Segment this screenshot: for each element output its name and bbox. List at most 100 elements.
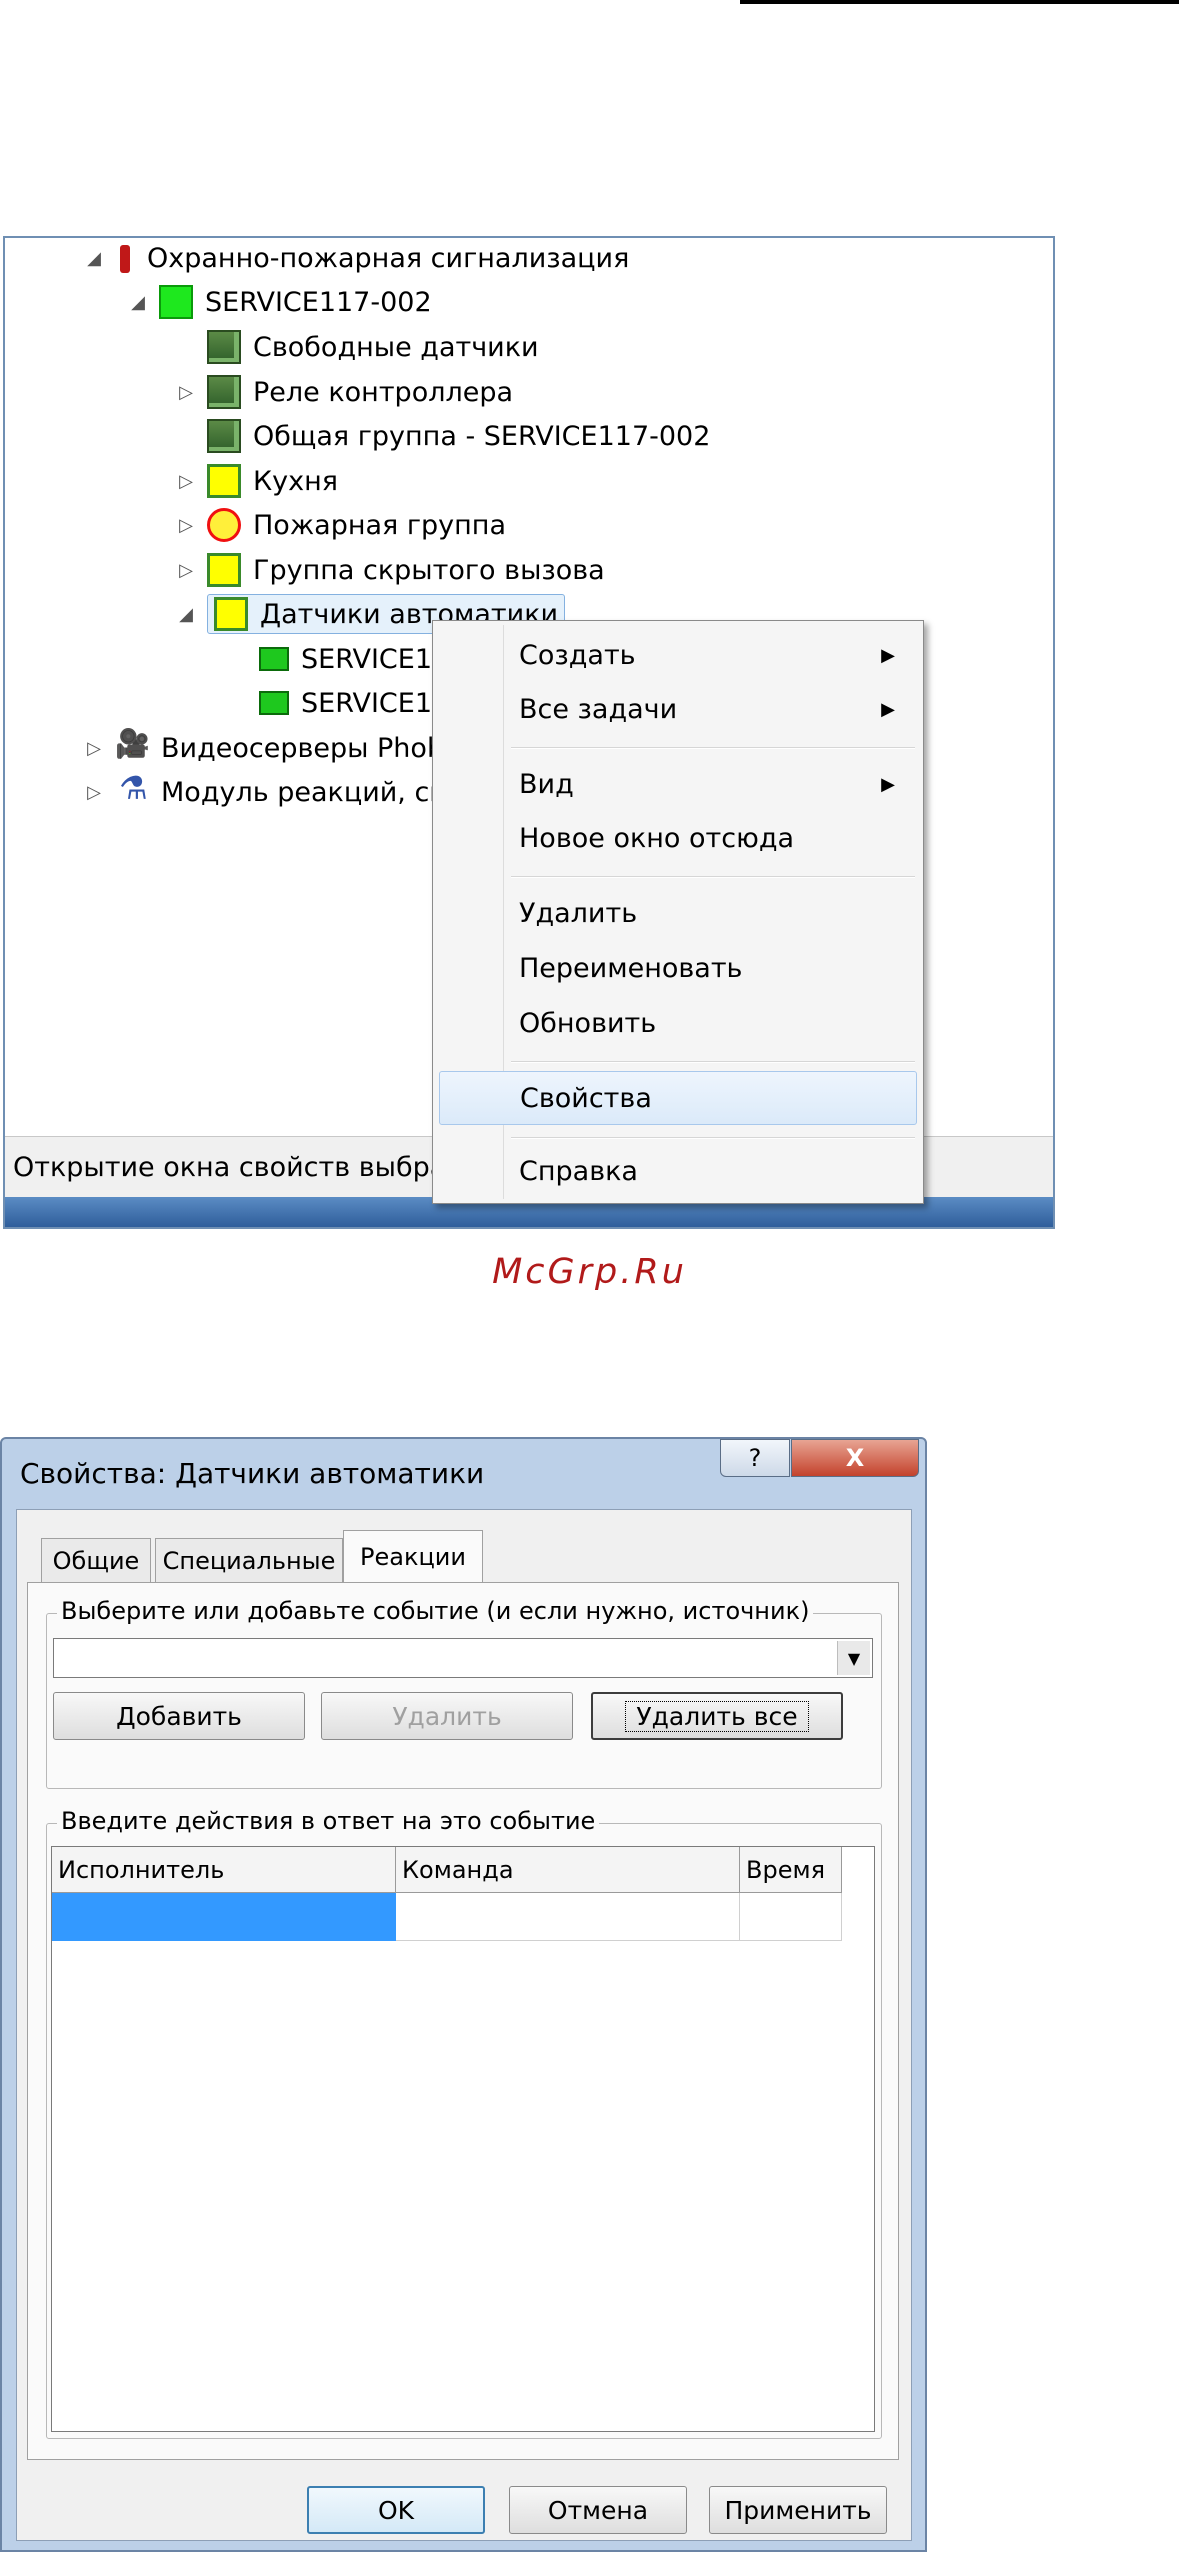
actions-table[interactable]: Исполнитель Команда Время [51, 1846, 875, 2432]
column-header-executor[interactable]: Исполнитель [52, 1847, 396, 1893]
menu-item-label: Вид [519, 768, 574, 800]
tree-node-free-sensors[interactable]: Свободные датчики [175, 327, 539, 367]
ok-button[interactable]: OK [307, 2486, 485, 2534]
dropdown-arrow-icon[interactable]: ▼ [837, 1641, 870, 1675]
delete-all-button[interactable]: Удалить все [591, 1692, 843, 1740]
menu-item-label: Удалить [519, 897, 638, 929]
expand-toggle-icon[interactable]: ▷ [175, 560, 197, 581]
menu-item-properties[interactable]: Свойства [439, 1071, 917, 1125]
tree-node-label: SERVICE11 [301, 643, 450, 675]
tree-node-controller-relays[interactable]: ▷ Реле контроллера [175, 372, 513, 412]
expand-toggle-icon[interactable]: ▷ [175, 471, 197, 492]
menu-separator [511, 1137, 915, 1139]
menu-separator [511, 876, 915, 878]
watermark-text: McGrp.Ru [492, 1252, 687, 1292]
group-folder-icon [207, 419, 241, 453]
flask-icon [115, 769, 149, 809]
menu-item-rename[interactable]: Переименовать [439, 944, 917, 992]
help-button[interactable]: ? [720, 1439, 790, 1477]
yellow-group-icon [207, 553, 241, 587]
close-button[interactable]: X [791, 1439, 919, 1477]
menu-item-label: Обновить [519, 1007, 657, 1039]
table-cell[interactable] [740, 1893, 842, 1941]
extinguisher-icon [115, 241, 135, 275]
menu-item-view[interactable]: Вид ▶ [439, 760, 917, 808]
context-menu: Создать ▶ Все задачи ▶ Вид ▶ Новое окно … [432, 620, 924, 1204]
table-cell-selected[interactable] [52, 1893, 396, 1941]
expand-toggle-icon[interactable]: ▷ [175, 515, 197, 536]
tree-node-label: Охранно-пожарная сигнализация [147, 242, 630, 274]
menu-item-all-tasks[interactable]: Все задачи ▶ [439, 685, 917, 733]
status-text: Открытие окна свойств выбран [13, 1151, 464, 1183]
expand-toggle-icon[interactable]: ◢ [175, 604, 197, 625]
menu-item-label: Переименовать [519, 952, 743, 984]
yellow-group-icon [214, 597, 248, 631]
menu-item-label: Все задачи [519, 693, 678, 725]
menu-item-help[interactable]: Справка [439, 1147, 917, 1195]
menu-item-delete[interactable]: Удалить [439, 889, 917, 937]
tree-node-label: Кухня [253, 465, 339, 497]
group-folder-icon [207, 330, 241, 364]
tree-node-label: Группа скрытого вызова [253, 554, 605, 586]
tree-node-label: Пожарная группа [253, 509, 507, 541]
tree-node-controller[interactable]: ◢ SERVICE117-002 [127, 282, 432, 322]
expand-toggle-icon[interactable]: ◢ [127, 292, 149, 313]
submenu-arrow-icon: ▶ [881, 698, 895, 720]
menu-item-label: Свойства [520, 1082, 652, 1114]
cancel-button[interactable]: Отмена [509, 2486, 687, 2534]
menu-item-label: Справка [519, 1155, 638, 1187]
dialog-body: Общие Специальные Реакции Выберите или д… [16, 1509, 912, 2541]
fire-group-icon [207, 508, 241, 542]
delete-button[interactable]: Удалить [321, 1692, 573, 1740]
delete-all-button-label: Удалить все [625, 1700, 809, 1732]
tab-general[interactable]: Общие [41, 1538, 151, 1582]
menu-item-refresh[interactable]: Обновить [439, 999, 917, 1047]
tab-special[interactable]: Специальные [155, 1538, 343, 1582]
tree-node-label: Свободные датчики [253, 331, 539, 363]
apply-button[interactable]: Применить [709, 2486, 887, 2534]
apply-button-label: Применить [724, 2495, 872, 2525]
close-icon: X [845, 1444, 865, 1472]
tab-reactions[interactable]: Реакции [343, 1530, 483, 1582]
menu-item-label: Создать [519, 639, 636, 671]
group-folder-icon [207, 375, 241, 409]
yellow-group-icon [207, 464, 241, 498]
submenu-arrow-icon: ▶ [881, 773, 895, 795]
tree-node-reactions-module[interactable]: ▷ Модуль реакций, ск [83, 769, 446, 812]
help-icon: ? [748, 1444, 762, 1472]
tree-node-fire-group[interactable]: ▷ Пожарная группа [175, 505, 506, 545]
top-divider-line [740, 0, 1179, 4]
menu-item-new-window[interactable]: Новое окно отсюда [439, 814, 917, 862]
event-combobox[interactable]: ▼ [53, 1638, 873, 1678]
actions-group-label: Введите действия в ответ на это событие [57, 1807, 600, 1835]
cancel-button-label: Отмена [547, 2495, 649, 2525]
tree-node-hidden-call-group[interactable]: ▷ Группа скрытого вызова [175, 550, 605, 590]
menu-separator [511, 1061, 915, 1063]
tree-node-label: Модуль реакций, ск [161, 776, 446, 808]
tree-node-kitchen[interactable]: ▷ Кухня [175, 461, 338, 501]
dialog-title: Свойства: Датчики автоматики [20, 1457, 485, 1490]
column-header-command[interactable]: Команда [396, 1847, 740, 1893]
tree-node-sensor-2[interactable]: SERVICE11 [227, 683, 449, 723]
tree-node-label: Видеосерверы Phob [161, 732, 445, 764]
menu-item-create[interactable]: Создать ▶ [439, 631, 917, 679]
tree-node-video-servers[interactable]: ▷ Видеосерверы Phob [83, 727, 445, 768]
expand-toggle-icon[interactable]: ◢ [83, 248, 105, 269]
tree-node-sensor-1[interactable]: SERVICE11 [227, 639, 449, 679]
tree-node-label: SERVICE117-002 [205, 286, 432, 318]
tree-node-security-fire[interactable]: ◢ Охранно-пожарная сигнализация [83, 238, 629, 278]
event-group-label: Выберите или добавьте событие (и если ну… [57, 1597, 814, 1625]
column-header-time[interactable]: Время [740, 1847, 842, 1893]
ok-button-label: OK [377, 2495, 415, 2525]
event-groupbox: Выберите или добавьте событие (и если ну… [46, 1597, 882, 1789]
add-button-label: Добавить [116, 1701, 242, 1731]
menu-separator [511, 747, 915, 749]
tree-node-common-group[interactable]: Общая группа - SERVICE117-002 [175, 416, 710, 456]
expand-toggle-icon[interactable]: ▷ [175, 382, 197, 403]
relay-sensor-icon [259, 647, 289, 671]
add-button[interactable]: Добавить [53, 1692, 305, 1740]
table-cell[interactable] [396, 1893, 740, 1941]
tree-node-label: SERVICE11 [301, 687, 450, 719]
expand-toggle-icon[interactable]: ▷ [83, 782, 105, 803]
expand-toggle-icon[interactable]: ▷ [83, 738, 105, 759]
